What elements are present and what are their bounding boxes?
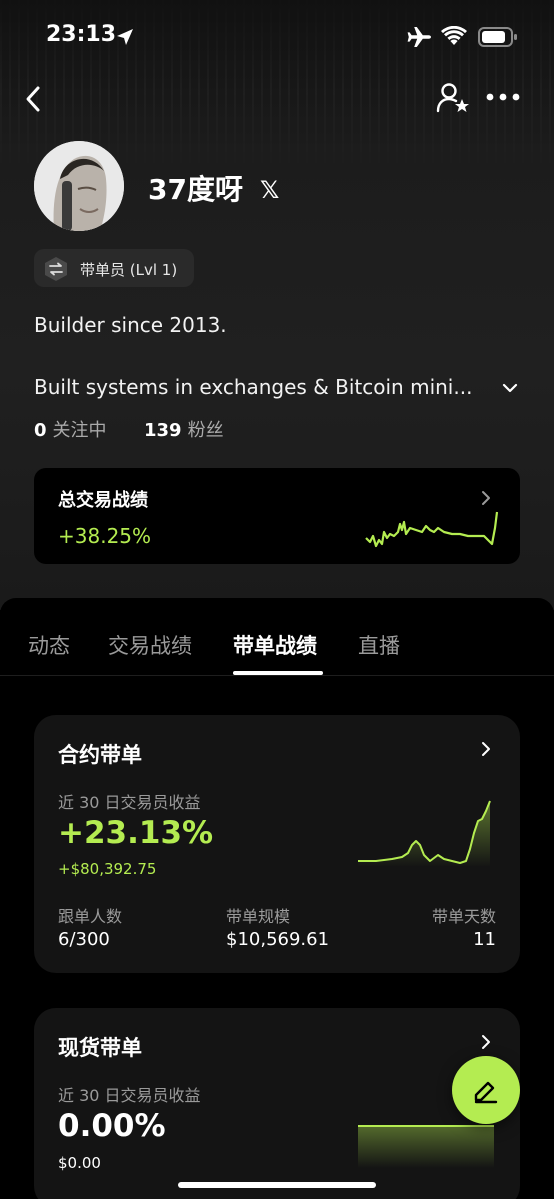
total-trading-title: 总交易战绩: [58, 490, 148, 511]
location-arrow-icon: [117, 29, 133, 45]
more-options-icon[interactable]: [486, 90, 520, 104]
follow-stats: 0 关注中 139 粉丝: [34, 416, 224, 442]
following-link[interactable]: 0 关注中: [34, 420, 112, 441]
total-trading-card[interactable]: 总交易战绩 +38.25%: [34, 468, 520, 564]
tab-divider: [0, 675, 554, 676]
follow-user-icon[interactable]: [436, 82, 470, 114]
pencil-icon: [474, 1081, 498, 1104]
spot-pnl-sparkline: [358, 1125, 494, 1168]
pnl-percent: 0.00%: [58, 1108, 166, 1144]
expand-bio-chevron-icon[interactable]: [502, 380, 518, 396]
compose-post-button[interactable]: [452, 1056, 520, 1124]
chevron-right-icon: [482, 491, 490, 505]
stat-label: 带单天数: [431, 907, 496, 926]
home-indicator: [178, 1182, 376, 1188]
stat-label: 带单规模: [226, 907, 291, 926]
card-title: 现货带单: [58, 1036, 142, 1060]
bio-line: Built systems in exchanges & Bitcoin min…: [34, 375, 473, 399]
following-label: 关注中: [52, 420, 107, 441]
trader-level-badge[interactable]: 带单员 (Lvl 1): [34, 249, 194, 287]
badge-label: 带单员 (Lvl 1): [80, 261, 178, 279]
pnl-period-label: 近 30 日交易员收益: [58, 793, 201, 812]
followers-label: 粉丝: [187, 420, 224, 441]
card-title: 合约带单: [58, 743, 142, 767]
tab-feed[interactable]: 动态: [28, 630, 70, 660]
avatar-photo: [34, 141, 124, 231]
chevron-right-icon[interactable]: [480, 741, 492, 757]
x-social-icon[interactable]: 𝕏: [260, 176, 279, 204]
total-trading-sparkline: [365, 511, 499, 548]
lead-trader-badge-icon: [45, 257, 67, 281]
battery-icon: [478, 27, 517, 47]
bio-line: Builder since 2013.: [34, 313, 227, 337]
following-count: 0: [34, 420, 47, 441]
followers-count: 139: [144, 420, 182, 441]
spot-copy-trading-card[interactable]: 现货带单 近 30 日交易员收益 0.00% $0.00: [34, 1008, 520, 1199]
wifi-icon: [441, 26, 467, 45]
stat-label: 跟单人数: [58, 907, 123, 926]
chevron-right-icon[interactable]: [480, 1034, 492, 1050]
status-time: 23:13: [46, 22, 117, 47]
tab-trading-record[interactable]: 交易战绩: [108, 630, 192, 660]
status-bar: 23:13: [0, 0, 554, 72]
stat-value: $10,569.61: [226, 929, 330, 950]
pnl-amount: +$80,392.75: [58, 860, 157, 878]
stat-value: 11: [473, 929, 496, 950]
contract-pnl-sparkline: [358, 800, 491, 867]
airplane-mode-icon: [407, 27, 431, 47]
contract-copy-trading-card[interactable]: 合约带单 近 30 日交易员收益 +23.13% +$80,392.75 跟单人…: [34, 715, 520, 973]
total-trading-value: +38.25%: [58, 524, 152, 548]
pnl-percent: +23.13%: [58, 815, 214, 851]
stat-value: 6/300: [58, 929, 110, 950]
tab-copy-trading-record[interactable]: 带单战绩: [233, 630, 317, 660]
profile-name: 37度呀: [148, 173, 243, 206]
pnl-period-label: 近 30 日交易员收益: [58, 1086, 201, 1105]
avatar[interactable]: [34, 141, 124, 231]
pnl-amount: $0.00: [58, 1154, 101, 1172]
back-chevron-icon[interactable]: [24, 84, 44, 114]
followers-link[interactable]: 139 粉丝: [138, 420, 224, 441]
tab-live[interactable]: 直播: [358, 630, 400, 660]
